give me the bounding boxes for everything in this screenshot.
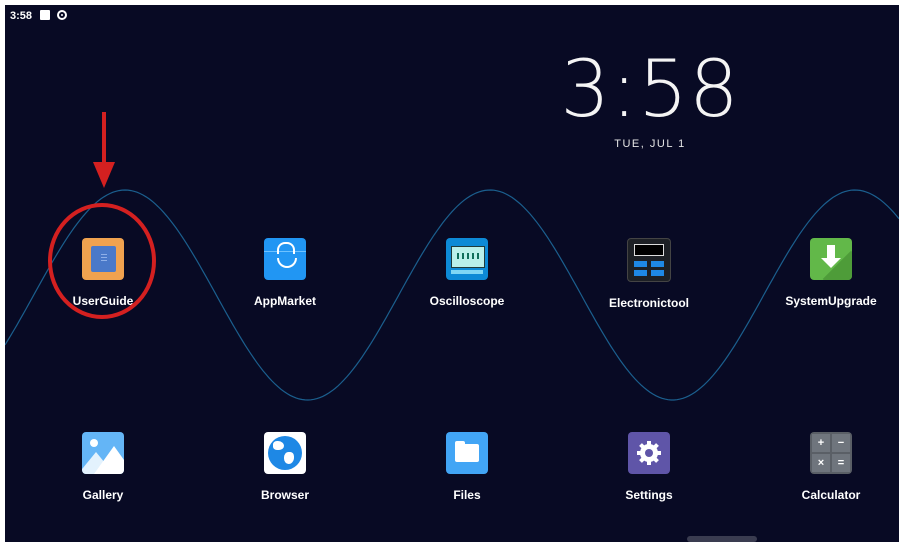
clock-widget-date: TUE, JUL 1 xyxy=(614,138,686,150)
app-label: Browser xyxy=(260,488,310,502)
app-files[interactable]: Files xyxy=(402,432,532,502)
shopping-bag-icon xyxy=(264,238,306,280)
gesture-nav-bar[interactable] xyxy=(687,536,757,542)
app-label: Settings xyxy=(625,488,673,502)
status-bar: 3:58 xyxy=(5,5,899,27)
folder-icon xyxy=(446,432,488,474)
app-oscilloscope[interactable]: Oscilloscope xyxy=(402,238,532,308)
notification-square-icon xyxy=(40,10,50,20)
app-browser[interactable]: Browser xyxy=(220,432,350,502)
app-calculator[interactable]: + − × = Calculator xyxy=(766,432,896,502)
app-label: SystemUpgrade xyxy=(785,294,877,308)
app-electronictool[interactable]: Electronictool xyxy=(584,238,714,310)
app-label: Calculator xyxy=(801,488,861,502)
sync-circle-icon xyxy=(57,10,67,20)
app-label: Electronictool xyxy=(608,296,689,310)
calc-minus: − xyxy=(832,434,850,452)
calc-equals: = xyxy=(832,454,850,472)
calculator-device-icon xyxy=(627,238,671,282)
app-label: Files xyxy=(453,488,481,502)
gear-icon xyxy=(628,432,670,474)
app-label: Oscilloscope xyxy=(429,294,505,308)
app-gallery[interactable]: Gallery xyxy=(38,432,168,502)
app-label: Gallery xyxy=(82,488,124,502)
calc-plus: + xyxy=(812,434,830,452)
app-systemupgrade[interactable]: SystemUpgrade xyxy=(766,238,896,308)
home-screen: 3:58 3:58 TUE, JUL 1 UserGuide AppMarket… xyxy=(5,5,899,542)
calculator-icon: + − × = xyxy=(810,432,852,474)
app-label: AppMarket xyxy=(253,294,316,308)
app-settings[interactable]: Settings xyxy=(584,432,714,502)
status-time: 3:58 xyxy=(10,10,33,22)
calc-times: × xyxy=(812,454,830,472)
annotation-circle xyxy=(48,203,156,319)
globe-icon xyxy=(264,432,306,474)
app-appmarket[interactable]: AppMarket xyxy=(220,238,350,308)
download-arrow-icon xyxy=(810,238,852,280)
annotation-arrow-icon xyxy=(93,112,115,188)
oscilloscope-icon xyxy=(446,238,488,280)
image-icon xyxy=(82,432,124,474)
clock-widget-time[interactable]: 3:58 xyxy=(545,45,755,135)
